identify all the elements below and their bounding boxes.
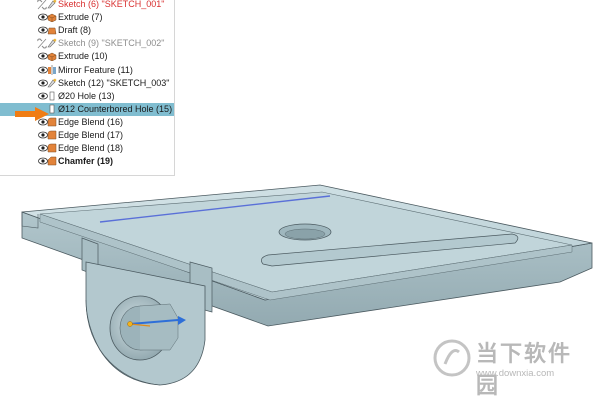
- tree-item[interactable]: Chamfer (19): [0, 155, 174, 168]
- blend-icon: [47, 143, 57, 153]
- extrude-icon: [47, 51, 57, 62]
- tree-item[interactable]: Ø20 Hole (13): [0, 90, 174, 103]
- mirror-icon: [47, 64, 57, 75]
- tree-item-label: Mirror Feature (11): [58, 64, 133, 75]
- tree-item-label: Draft (8): [58, 25, 92, 36]
- tree-item-label: Edge Blend (16): [58, 116, 124, 127]
- tree-item-label: Edge Blend (18): [58, 143, 124, 154]
- tree-item-label: Ø12 Counterbored Hole (15): [58, 103, 173, 114]
- blend-icon: [47, 130, 57, 140]
- watermark-logo-icon: [433, 339, 471, 377]
- tree-item-label: Extrude (7): [58, 12, 103, 23]
- extrude-icon: [47, 12, 57, 23]
- tree-item-label: Sketch (6) "SKETCH_001": [58, 0, 165, 9]
- sketch-icon: [47, 38, 57, 48]
- tree-item[interactable]: Edge Blend (17): [0, 129, 174, 142]
- tree-item-label: Extrude (10): [58, 51, 108, 62]
- chamfer-icon: [47, 156, 57, 166]
- tree-item[interactable]: Sketch (12) "SKETCH_003": [0, 77, 174, 90]
- tree-item[interactable]: Sketch (9) "SKETCH_002": [0, 37, 174, 50]
- part-navigator: Sketch (6) "SKETCH_001" Extrude (7) Draft …: [0, 0, 175, 176]
- tree-item-label: Sketch (12) "SKETCH_003": [58, 77, 170, 88]
- pointer-arrow-icon: [15, 107, 49, 121]
- draft-icon: [47, 25, 57, 35]
- sketch-icon: [47, 0, 57, 9]
- tree-item[interactable]: Mirror Feature (11): [0, 64, 174, 77]
- tree-item[interactable]: Edge Blend (18): [0, 142, 174, 155]
- sketch-icon: [47, 78, 57, 88]
- tree-item[interactable]: Extrude (10): [0, 50, 174, 63]
- tree-item[interactable]: Sketch (6) "SKETCH_001": [0, 0, 174, 11]
- tree-item-label: Chamfer (19): [58, 156, 114, 167]
- tree-item-label: Sketch (9) "SKETCH_002": [58, 38, 165, 49]
- tree-item[interactable]: Draft (8): [0, 24, 174, 37]
- tree-item[interactable]: Extrude (7): [0, 11, 174, 24]
- watermark: 当下软件园 www.downxia.com: [432, 332, 592, 398]
- hole-icon: [47, 91, 57, 101]
- tree-item-label: Edge Blend (17): [58, 130, 124, 140]
- tree-item-label: Ø20 Hole (13): [58, 90, 115, 101]
- watermark-url: www.downxia.com: [476, 368, 555, 379]
